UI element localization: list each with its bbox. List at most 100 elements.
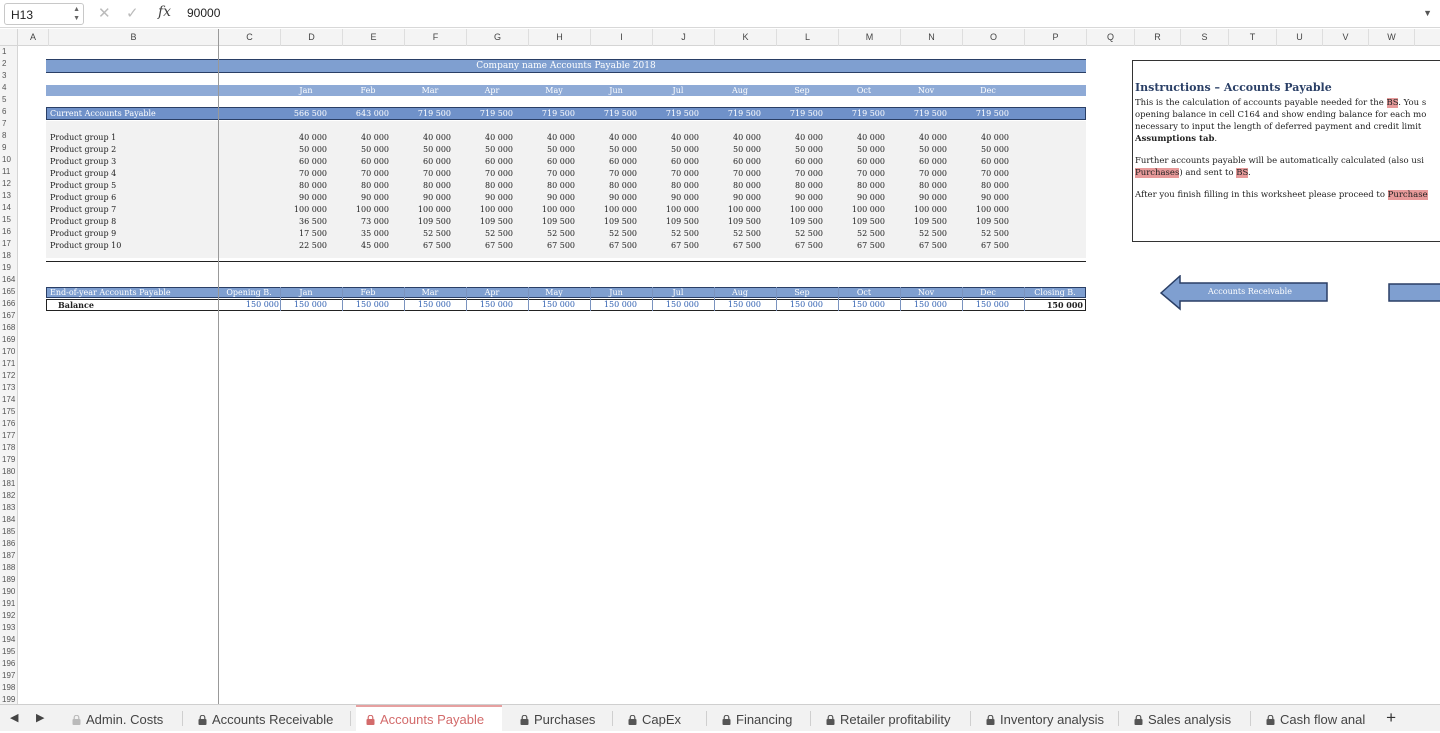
column-header-q[interactable]: Q: [1087, 29, 1135, 46]
name-box[interactable]: H13 ▲ ▼: [4, 3, 84, 25]
row-header-12[interactable]: 12: [0, 178, 17, 190]
product-group-label[interactable]: Product group 10: [50, 241, 121, 250]
product-value-cell[interactable]: 50 000: [711, 145, 761, 154]
product-value-cell[interactable]: 60 000: [401, 157, 451, 166]
row-header-18[interactable]: 18: [0, 250, 17, 262]
balance-value-cell[interactable]: 150 000: [277, 300, 327, 309]
add-sheet-icon[interactable]: +: [1386, 708, 1396, 728]
product-value-cell[interactable]: 70 000: [339, 169, 389, 178]
column-header-w[interactable]: W: [1369, 29, 1415, 46]
product-value-cell[interactable]: 60 000: [711, 157, 761, 166]
row-header-184[interactable]: 184: [0, 514, 17, 526]
product-value-cell[interactable]: 52 500: [835, 229, 885, 238]
balance-value-cell[interactable]: 150 000: [525, 300, 575, 309]
row-header-2[interactable]: 2: [0, 58, 17, 70]
current-ap-value[interactable]: 566 500: [277, 109, 327, 118]
sheet-tab-accounts-receivable[interactable]: Accounts Receivable: [188, 705, 348, 732]
current-ap-value[interactable]: 643 000: [339, 109, 389, 118]
product-value-cell[interactable]: 60 000: [587, 157, 637, 166]
product-value-cell[interactable]: 50 000: [649, 145, 699, 154]
row-header-3[interactable]: 3: [0, 70, 17, 82]
row-header-194[interactable]: 194: [0, 634, 17, 646]
row-header-17[interactable]: 17: [0, 238, 17, 250]
product-value-cell[interactable]: 40 000: [959, 133, 1009, 142]
product-value-cell[interactable]: 50 000: [277, 145, 327, 154]
current-ap-value[interactable]: 719 500: [587, 109, 637, 118]
column-header-u[interactable]: U: [1277, 29, 1323, 46]
product-value-cell[interactable]: 67 500: [525, 241, 575, 250]
row-header-175[interactable]: 175: [0, 406, 17, 418]
product-value-cell[interactable]: 70 000: [649, 169, 699, 178]
product-value-cell[interactable]: 100 000: [835, 205, 885, 214]
row-header-1[interactable]: 1: [0, 46, 17, 58]
column-header-g[interactable]: G: [467, 29, 529, 46]
product-value-cell[interactable]: 50 000: [339, 145, 389, 154]
formula-input[interactable]: 90000: [187, 6, 220, 20]
balance-value-cell[interactable]: 150 000: [339, 300, 389, 309]
product-value-cell[interactable]: 90 000: [959, 193, 1009, 202]
balance-value-cell[interactable]: 150 000: [835, 300, 885, 309]
product-value-cell[interactable]: 52 500: [773, 229, 823, 238]
product-value-cell[interactable]: 36 500: [277, 217, 327, 226]
row-header-195[interactable]: 195: [0, 646, 17, 658]
row-header-8[interactable]: 8: [0, 130, 17, 142]
product-value-cell[interactable]: 80 000: [711, 181, 761, 190]
product-value-cell[interactable]: 109 500: [463, 217, 513, 226]
bs-link[interactable]: BS: [1386, 98, 1399, 108]
product-value-cell[interactable]: 109 500: [773, 217, 823, 226]
row-header-199[interactable]: 199: [0, 694, 17, 704]
product-value-cell[interactable]: 60 000: [463, 157, 513, 166]
product-value-cell[interactable]: 40 000: [587, 133, 637, 142]
row-header-7[interactable]: 7: [0, 118, 17, 130]
opening-balance-value[interactable]: 150 000: [229, 300, 279, 309]
row-header-19[interactable]: 19: [0, 262, 17, 274]
product-value-cell[interactable]: 100 000: [401, 205, 451, 214]
product-value-cell[interactable]: 90 000: [897, 193, 947, 202]
row-header-190[interactable]: 190: [0, 586, 17, 598]
sheet-tab-purchases[interactable]: Purchases: [510, 705, 610, 732]
product-value-cell[interactable]: 80 000: [835, 181, 885, 190]
product-value-cell[interactable]: 70 000: [897, 169, 947, 178]
column-header-t[interactable]: T: [1229, 29, 1277, 46]
sheet-tab-capex[interactable]: CapEx: [618, 705, 704, 732]
product-value-cell[interactable]: 35 000: [339, 229, 389, 238]
product-value-cell[interactable]: 67 500: [959, 241, 1009, 250]
row-header-10[interactable]: 10: [0, 154, 17, 166]
column-header-b[interactable]: B: [49, 29, 219, 46]
product-group-label[interactable]: Product group 5: [50, 181, 116, 190]
row-header-177[interactable]: 177: [0, 430, 17, 442]
product-value-cell[interactable]: 90 000: [711, 193, 761, 202]
product-value-cell[interactable]: 90 000: [401, 193, 451, 202]
product-value-cell[interactable]: 40 000: [649, 133, 699, 142]
end-of-year-label[interactable]: End-of-year Accounts Payable: [50, 288, 171, 297]
row-header-187[interactable]: 187: [0, 550, 17, 562]
row-header-191[interactable]: 191: [0, 598, 17, 610]
row-header-172[interactable]: 172: [0, 370, 17, 382]
product-value-cell[interactable]: 80 000: [587, 181, 637, 190]
product-value-cell[interactable]: 109 500: [835, 217, 885, 226]
product-value-cell[interactable]: 100 000: [711, 205, 761, 214]
product-value-cell[interactable]: 70 000: [525, 169, 575, 178]
product-value-cell[interactable]: 40 000: [277, 133, 327, 142]
product-value-cell[interactable]: 67 500: [463, 241, 513, 250]
current-ap-value[interactable]: 719 500: [525, 109, 575, 118]
sheet-tab-inventory-analysis[interactable]: Inventory analysis: [976, 705, 1116, 732]
balance-value-cell[interactable]: 150 000: [773, 300, 823, 309]
current-ap-value[interactable]: 719 500: [959, 109, 1009, 118]
product-value-cell[interactable]: 109 500: [401, 217, 451, 226]
balance-label[interactable]: Balance: [58, 300, 94, 310]
row-header-6[interactable]: 6: [0, 106, 17, 118]
product-value-cell[interactable]: 100 000: [897, 205, 947, 214]
row-header-166[interactable]: 166: [0, 298, 17, 310]
product-group-label[interactable]: Product group 7: [50, 205, 116, 214]
product-value-cell[interactable]: 109 500: [649, 217, 699, 226]
product-value-cell[interactable]: 67 500: [773, 241, 823, 250]
product-value-cell[interactable]: 73 000: [339, 217, 389, 226]
column-header-e[interactable]: E: [343, 29, 405, 46]
row-header-178[interactable]: 178: [0, 442, 17, 454]
row-header-168[interactable]: 168: [0, 322, 17, 334]
balance-value-cell[interactable]: 150 000: [959, 300, 1009, 309]
row-header-181[interactable]: 181: [0, 478, 17, 490]
product-value-cell[interactable]: 52 500: [897, 229, 947, 238]
sheet-tab-sales-analysis[interactable]: Sales analysis: [1124, 705, 1248, 732]
